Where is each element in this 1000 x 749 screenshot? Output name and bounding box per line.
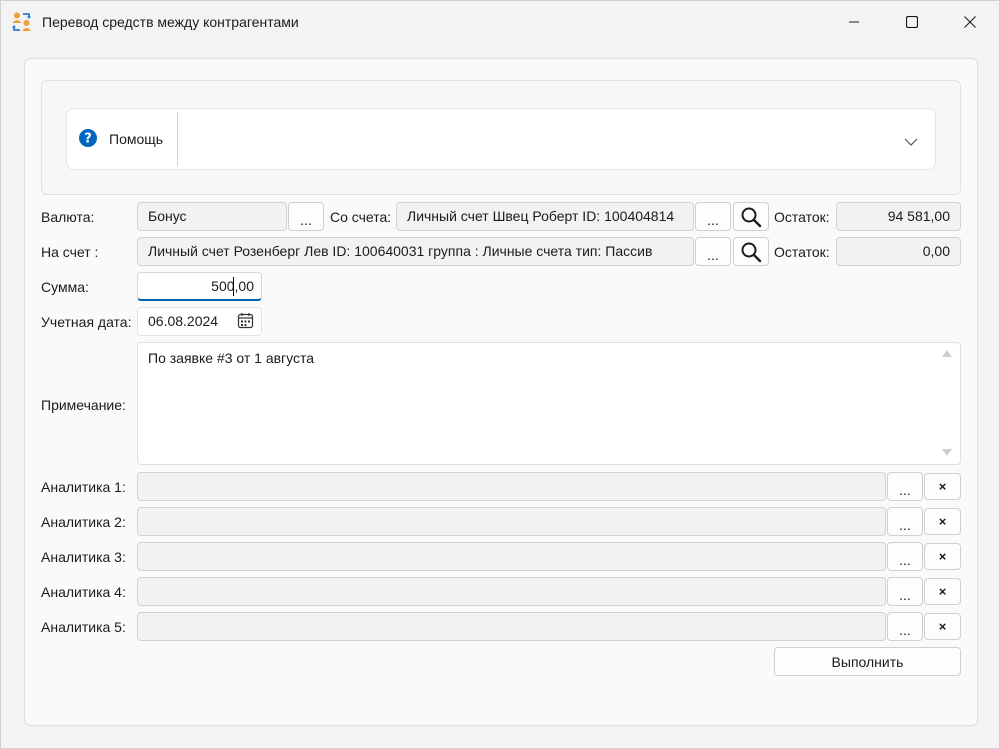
from-balance-value: 94 581,00	[836, 202, 961, 231]
analytics-1-browse-label: ...	[899, 481, 911, 498]
help-expander[interactable]	[66, 108, 936, 170]
to-account-label: На счет :	[41, 244, 99, 260]
note-label: Примечание:	[41, 397, 126, 413]
to-account-browse-label: ...	[707, 246, 719, 263]
from-account-browse-label: ...	[707, 211, 719, 228]
analytics-4-browse-button[interactable]: ...	[887, 577, 923, 606]
window-title: Перевод средств между контрагентами	[42, 14, 299, 30]
text-caret	[233, 277, 234, 296]
scroll-down-icon[interactable]	[941, 448, 953, 458]
from-account-label: Со счета:	[330, 209, 392, 225]
to-account-search-button[interactable]	[733, 237, 769, 266]
analytics-5-label: Аналитика 5:	[41, 619, 126, 635]
transfer-window: Перевод средств между контрагентами ? По…	[0, 0, 1000, 749]
minimize-button[interactable]	[825, 1, 883, 43]
analytics-5-clear-button[interactable]: ×	[924, 613, 961, 640]
maximize-button[interactable]	[883, 1, 941, 43]
from-account-browse-button[interactable]: ...	[695, 202, 731, 231]
title-bar[interactable]: Перевод средств между контрагентами	[1, 1, 999, 45]
svg-text:?: ?	[84, 132, 92, 147]
analytics-2-browse-label: ...	[899, 516, 911, 533]
analytics-2-label: Аналитика 2:	[41, 514, 126, 530]
analytics-4-field[interactable]	[137, 577, 886, 606]
execute-button[interactable]: Выполнить	[774, 647, 961, 676]
note-textarea[interactable]: По заявке #3 от 1 августа	[137, 342, 961, 465]
analytics-5-browse-button[interactable]: ...	[887, 612, 923, 641]
analytics-2-field[interactable]	[137, 507, 886, 536]
analytics-3-clear-button[interactable]: ×	[924, 543, 961, 570]
analytics-1-clear-button[interactable]: ×	[924, 473, 961, 500]
close-icon	[964, 16, 976, 28]
analytics-3-label: Аналитика 3:	[41, 549, 126, 565]
clear-icon: ×	[938, 479, 947, 494]
currency-label: Валюта:	[41, 209, 95, 225]
minimize-icon	[849, 21, 859, 23]
maximize-icon	[906, 16, 918, 28]
scroll-up-icon[interactable]	[941, 348, 953, 358]
analytics-1-browse-button[interactable]: ...	[887, 472, 923, 501]
clear-icon: ×	[938, 549, 947, 564]
to-balance-label: Остаток:	[774, 244, 830, 260]
clear-icon: ×	[938, 584, 947, 599]
from-account-field[interactable]: Личный счет Швец Роберт ID: 100404814	[396, 202, 694, 231]
analytics-3-field[interactable]	[137, 542, 886, 571]
analytics-2-clear-button[interactable]: ×	[924, 508, 961, 535]
search-icon	[741, 242, 762, 262]
chevron-down-icon[interactable]	[903, 136, 919, 148]
from-balance-label: Остаток:	[774, 209, 830, 225]
transfer-app-icon	[12, 12, 31, 31]
help-divider	[177, 112, 178, 166]
from-account-search-button[interactable]	[733, 202, 769, 231]
analytics-3-browse-button[interactable]: ...	[887, 542, 923, 571]
to-account-field[interactable]: Личный счет Розенберг Лев ID: 100640031 …	[137, 237, 694, 266]
to-account-browse-button[interactable]: ...	[695, 237, 731, 266]
analytics-4-label: Аналитика 4:	[41, 584, 126, 600]
analytics-1-label: Аналитика 1:	[41, 479, 126, 495]
currency-browse-label: ...	[300, 211, 312, 228]
analytics-4-clear-button[interactable]: ×	[924, 578, 961, 605]
analytics-2-browse-button[interactable]: ...	[887, 507, 923, 536]
clear-icon: ×	[938, 619, 947, 634]
analytics-3-browse-label: ...	[899, 551, 911, 568]
analytics-4-browse-label: ...	[899, 586, 911, 603]
analytics-5-field[interactable]	[137, 612, 886, 641]
date-label: Учетная дата:	[41, 314, 132, 330]
close-button[interactable]	[941, 1, 999, 43]
help-label: Помощь	[109, 131, 164, 147]
amount-label: Сумма:	[41, 279, 89, 295]
currency-field[interactable]: Бонус	[137, 202, 287, 231]
calendar-icon[interactable]	[237, 312, 254, 329]
analytics-5-browse-label: ...	[899, 621, 911, 638]
analytics-1-field[interactable]	[137, 472, 886, 501]
help-icon: ?	[79, 129, 97, 147]
currency-browse-button[interactable]: ...	[288, 202, 324, 231]
to-balance-value: 0,00	[836, 237, 961, 266]
clear-icon: ×	[938, 514, 947, 529]
amount-input[interactable]: 500,00	[137, 272, 262, 301]
search-icon	[741, 207, 762, 227]
